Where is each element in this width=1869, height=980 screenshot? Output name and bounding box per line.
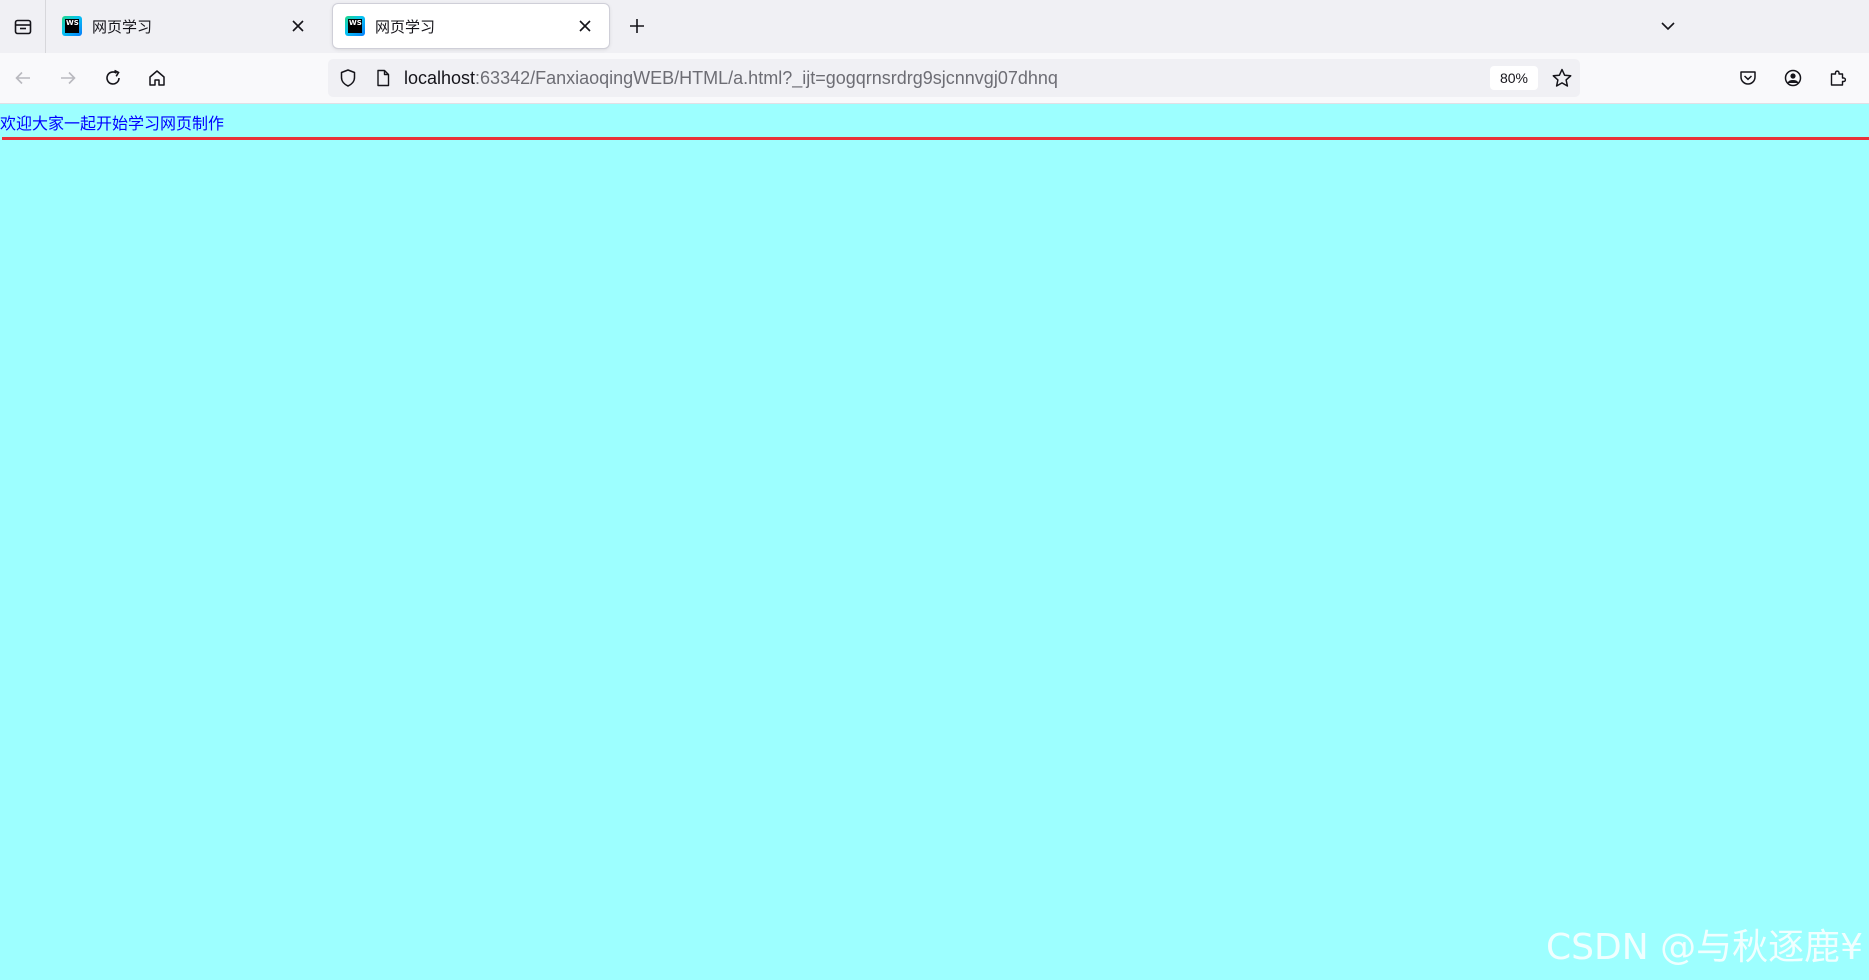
account-icon <box>1784 69 1802 87</box>
tab-active[interactable]: 网页学习 <box>333 4 609 48</box>
watermark: CSDN @与秋逐鹿¥ <box>1546 927 1863 968</box>
tab-title: 网页学习 <box>92 17 153 36</box>
welcome-text: 欢迎大家一起开始学习网页制作 <box>0 114 225 133</box>
tab-strip: 网页学习 网页学习 <box>0 0 1869 53</box>
tab-title: 网页学习 <box>375 17 436 36</box>
plus-icon <box>630 19 644 33</box>
url-text[interactable]: localhost:63342/FanxiaoqingWEB/HTML/a.ht… <box>404 59 1058 97</box>
navigation-toolbar: localhost:63342/FanxiaoqingWEB/HTML/a.ht… <box>0 53 1869 104</box>
puzzle-icon <box>1830 70 1847 86</box>
account-button[interactable] <box>1778 63 1808 93</box>
star-icon[interactable] <box>1547 63 1577 93</box>
tab-overflow-button[interactable] <box>1653 11 1683 41</box>
close-icon[interactable] <box>573 14 597 38</box>
home-icon <box>149 70 165 86</box>
forward-button[interactable] <box>53 63 83 93</box>
horizontal-rule <box>2 137 1869 140</box>
tab-list-icon[interactable] <box>0 0 46 53</box>
url-path: :63342/FanxiaoqingWEB/HTML/a.html?_ijt=g… <box>475 68 1058 88</box>
zoom-level-button[interactable]: 80% <box>1490 66 1538 90</box>
url-host: localhost <box>404 68 476 88</box>
back-button[interactable] <box>8 63 38 93</box>
arrow-right-icon <box>61 71 76 85</box>
webstorm-icon <box>345 16 365 36</box>
arrow-left-icon <box>15 71 30 85</box>
reload-button[interactable] <box>98 63 128 93</box>
page-icon[interactable] <box>371 66 395 90</box>
extensions-button[interactable] <box>1823 63 1853 93</box>
webstorm-icon <box>62 16 82 36</box>
shield-icon[interactable] <box>336 66 360 90</box>
close-icon[interactable] <box>286 14 310 38</box>
new-tab-button[interactable] <box>622 11 652 41</box>
pocket-icon <box>1740 71 1756 85</box>
address-bar[interactable]: localhost:63342/FanxiaoqingWEB/HTML/a.ht… <box>328 59 1580 97</box>
reload-icon <box>106 69 120 85</box>
tab-inactive[interactable]: 网页学习 <box>50 4 322 48</box>
chevron-down-icon <box>1661 22 1675 31</box>
web-page-content: 欢迎大家一起开始学习网页制作 CSDN @与秋逐鹿¥ <box>0 104 1869 980</box>
pocket-button[interactable] <box>1733 63 1763 93</box>
home-button[interactable] <box>142 63 172 93</box>
